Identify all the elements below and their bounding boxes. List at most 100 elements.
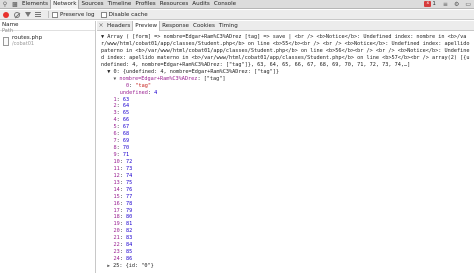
tree-value: 85	[126, 249, 133, 256]
tree-value: 82	[126, 228, 133, 235]
preview-content: ▼ Array ( [form] => nombre=Edgar+Ram%C3%…	[97, 31, 474, 270]
tree-array-item: 23: 85	[113, 249, 133, 256]
tab-profiles[interactable]: Profiles	[133, 0, 157, 9]
tree-value: 67	[122, 124, 130, 131]
error-count[interactable]: 1	[432, 1, 436, 7]
tree-value: 76	[126, 186, 133, 193]
tree-value: 79	[126, 207, 133, 214]
name-column-header[interactable]: Name Path	[0, 21, 95, 34]
devtools-tab-bar: ⚲ ▩ Elements Network Sources Timeline Pr…	[0, 0, 474, 9]
tree-value: 70	[122, 145, 130, 152]
tab-timeline[interactable]: Timeline	[106, 0, 134, 9]
topbar-right-controls: x 1 ≡ ⚙ ▭	[424, 0, 474, 9]
tree-array-item: 18: 80	[113, 214, 133, 221]
clear-icon[interactable]	[14, 11, 20, 18]
raw-response-text[interactable]: ▼ Array ( [form] => nombre=Edgar+Ram%C3%…	[101, 34, 471, 69]
tree-node-25[interactable]: ▶ 25: {id: "0"}	[101, 263, 471, 270]
tree-array-item: 21: 83	[113, 235, 133, 242]
tree-value: 80	[126, 214, 133, 221]
document-icon	[3, 37, 9, 46]
tree-array-item: 15: 77	[113, 193, 133, 200]
expand-arrow-icon: ▼	[113, 76, 117, 82]
tree-array-item: 17: 79	[113, 207, 133, 214]
tree-node-0[interactable]: ▼ 0: {undefined: 4, nombre=Edgar+Ram%C3%…	[101, 69, 471, 76]
tree-array-item: 12: 74	[113, 172, 133, 179]
detail-tab-bar: × Headers Preview Response Cookies Timin…	[97, 20, 474, 31]
tree-array-item: 24: 86	[113, 256, 133, 263]
tab-cookies[interactable]: Cookies	[191, 21, 217, 31]
tree-array-item: 10: 72	[113, 158, 133, 165]
tree-array-item: 20: 82	[113, 228, 133, 235]
large-rows-icon[interactable]	[35, 12, 41, 17]
device-mode-icon[interactable]: ▩	[10, 0, 20, 9]
tree-value: 75	[126, 179, 133, 186]
tree-node-nombre[interactable]: ▼ nombre=Edgar+Ram%C3%ADrez: ["tag"]	[101, 76, 471, 83]
tab-response[interactable]: Response	[160, 21, 191, 31]
tree-array-item: 22: 84	[113, 242, 133, 249]
request-detail-panel: × Headers Preview Response Cookies Timin…	[97, 20, 474, 273]
tree-array-item: 7: 69	[113, 138, 130, 145]
tab-network[interactable]: Network	[50, 0, 80, 9]
tree-array-item: 9: 71	[113, 152, 130, 159]
tree-array-item: 3: 65	[113, 110, 130, 117]
tree-value: ["tag"]	[203, 75, 226, 82]
tree-array-item: 5: 67	[113, 124, 130, 131]
tree-node-tag: 0: "tag"	[126, 82, 151, 89]
preserve-log-label: Preserve log	[60, 11, 95, 18]
tree-items-list: 1: 63 2: 64 3: 65 4: 66 5: 67 6: 68 7: 6…	[101, 97, 471, 264]
tree-value: 65	[122, 110, 130, 117]
filter-icon[interactable]	[25, 12, 31, 17]
tree-value: 66	[122, 117, 130, 124]
tab-preview[interactable]: Preview	[132, 20, 161, 31]
dock-icon[interactable]: ▭	[465, 1, 471, 8]
tree-value: 84	[126, 242, 133, 249]
error-icon[interactable]: x	[424, 1, 432, 7]
tree-array-item: 4: 66	[113, 117, 130, 124]
record-icon[interactable]	[3, 11, 9, 18]
tree-value: "tag"	[135, 82, 151, 89]
tree-array-item: 2: 64	[113, 103, 130, 110]
request-row[interactable]: routes.php /cobat01	[0, 35, 96, 49]
tab-elements[interactable]: Elements	[20, 0, 50, 9]
tab-timing[interactable]: Timing	[217, 21, 240, 31]
inspect-element-icon[interactable]: ⚲	[0, 0, 10, 9]
tree-node-25-label: 25: {id: "0"}	[113, 263, 154, 270]
tree-array-item: 14: 76	[113, 186, 133, 193]
tree-array-item: 6: 68	[113, 131, 130, 138]
tree-value: 86	[126, 256, 133, 263]
tree-value: 78	[126, 200, 133, 207]
expand-arrow-icon: ▶	[107, 264, 110, 270]
tab-audits[interactable]: Audits	[190, 0, 212, 9]
toolbar-divider	[48, 11, 49, 18]
tree-array-item: 1: 63	[113, 96, 130, 103]
tree-value: 64	[122, 103, 130, 110]
tree-value: 83	[126, 235, 133, 242]
disable-cache-label: Disable cache	[108, 11, 148, 18]
tree-value: 74	[126, 172, 133, 179]
tree-node-0-label: ▼ 0: {undefined: 4, nombre=Edgar+Ram%C3%…	[107, 68, 280, 75]
request-list-panel: Name Path routes.php /cobat01	[0, 21, 96, 273]
tree-key: undefined	[119, 89, 148, 96]
tab-console[interactable]: Console	[212, 0, 238, 9]
tree-array-item: 16: 78	[113, 200, 133, 207]
request-path: /cobat01	[12, 40, 35, 47]
tree-array-item: 19: 81	[113, 221, 133, 228]
preserve-log-checkbox[interactable]	[52, 11, 58, 18]
settings-gear-icon[interactable]: ⚙	[454, 1, 459, 8]
disable-cache-checkbox[interactable]	[100, 11, 107, 18]
tree-value: 71	[122, 152, 130, 159]
tree-value: 77	[126, 193, 133, 200]
tree-array-item: 13: 75	[113, 179, 133, 186]
tree-array-item: 8: 70	[113, 145, 130, 152]
tab-resources[interactable]: Resources	[158, 0, 191, 9]
path-header-label: Path	[2, 27, 13, 34]
tab-headers[interactable]: Headers	[105, 21, 132, 31]
tree-value: 72	[126, 158, 133, 165]
tab-sources[interactable]: Sources	[79, 0, 105, 9]
console-drawer-icon[interactable]: ≡	[443, 1, 448, 8]
tree-value: 63	[122, 96, 130, 103]
tree-value: 69	[122, 138, 130, 145]
close-icon[interactable]: ×	[97, 22, 105, 29]
tree-node-undefined: undefined: 4	[119, 89, 158, 96]
tree-value: 73	[126, 165, 133, 172]
